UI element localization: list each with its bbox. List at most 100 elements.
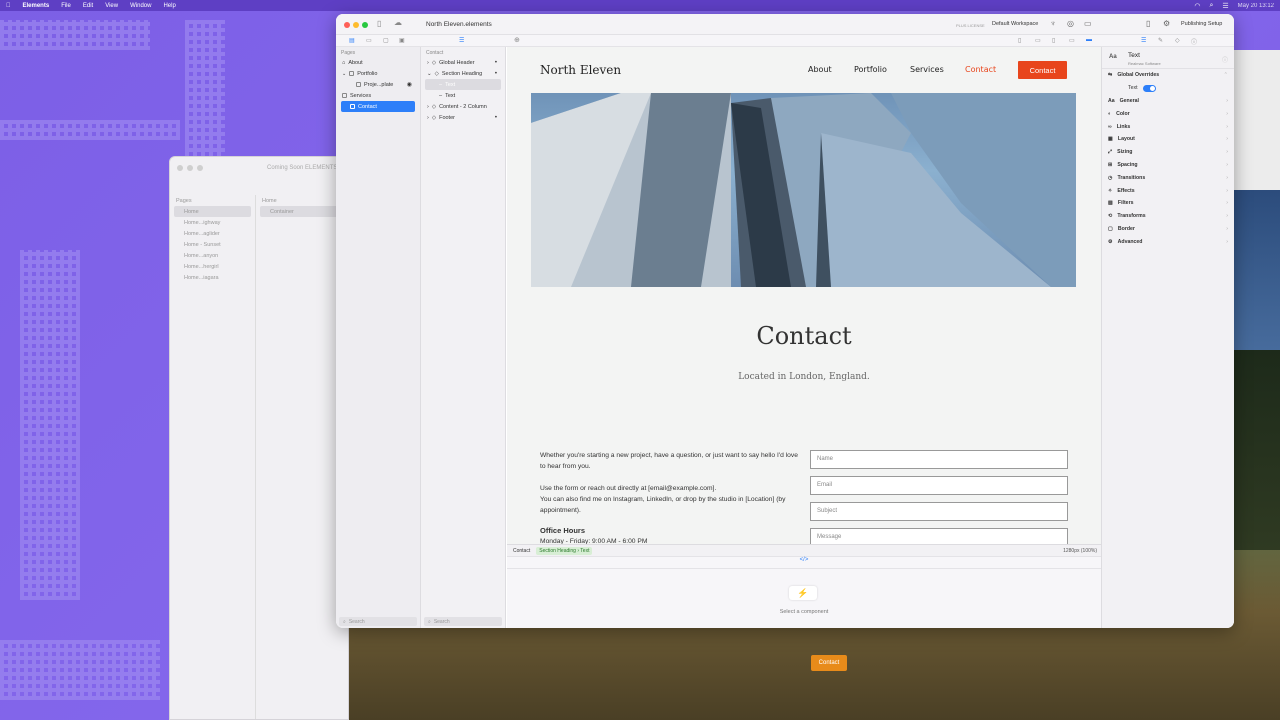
photo-contact-button[interactable]: Contact <box>811 655 847 671</box>
section-filters[interactable]: ▧ Filters › <box>1102 197 1234 210</box>
page-item[interactable]: Home...iagara <box>170 272 255 283</box>
inspector-tab-icon[interactable]: ☰ <box>1141 37 1146 44</box>
hero-image[interactable] <box>531 93 1076 287</box>
inspector-toggle-icon[interactable]: ▯ <box>1146 19 1150 28</box>
device-desktop-icon[interactable]: ▬ <box>1086 37 1092 43</box>
chevron-down-icon[interactable]: ⌄ <box>427 71 432 77</box>
info-icon[interactable]: ⓘ <box>1191 37 1197 46</box>
minimize-icon[interactable] <box>187 165 193 171</box>
chevron-right-icon[interactable]: › <box>1226 162 1228 168</box>
page-item-about[interactable]: ⌂ About <box>336 57 420 68</box>
component-icon[interactable]: ▣ <box>399 37 405 44</box>
section-color[interactable]: ◐ Color › <box>1102 107 1234 120</box>
lightning-icon[interactable]: ⚡ <box>789 586 817 600</box>
sidebar-toggle-icon[interactable]: ▯ <box>377 19 381 28</box>
chevron-right-icon[interactable]: › <box>1226 98 1228 104</box>
chevron-right-icon[interactable]: › <box>1226 200 1228 206</box>
page-item-services[interactable]: Services <box>336 90 420 101</box>
breadcrumb-item[interactable]: Section Heading <box>539 548 576 554</box>
copy-icon[interactable]: ▢ <box>383 37 389 44</box>
intro-paragraph[interactable]: Whether you're starting a new project, h… <box>540 450 805 472</box>
message-field[interactable]: Message <box>810 528 1068 544</box>
section-links[interactable]: ∞ Links › <box>1102 120 1234 133</box>
chevron-right-icon[interactable]: › <box>427 60 429 66</box>
close-button[interactable] <box>344 22 350 28</box>
email-field[interactable]: Email <box>810 476 1068 495</box>
page-heading[interactable]: Contact <box>507 322 1101 350</box>
chevron-right-icon[interactable]: › <box>1226 175 1228 181</box>
search-icon[interactable]: ⌕ <box>1209 2 1213 10</box>
control-center-icon[interactable]: ☰ <box>1222 2 1228 10</box>
chevron-right-icon[interactable]: › <box>1226 149 1228 155</box>
device-tablet-icon[interactable]: ▯ <box>1052 37 1055 44</box>
device-phone-icon[interactable]: ▯ <box>1018 37 1021 44</box>
chevron-right-icon[interactable]: › <box>1226 239 1228 245</box>
email-paragraph[interactable]: Use the form or reach out directly at [e… <box>540 483 805 494</box>
style-tab-icon[interactable]: ✎ <box>1158 37 1163 44</box>
site-nav-portfolio[interactable]: Portfolio <box>854 65 887 74</box>
site-nav-contact[interactable]: Contact <box>965 65 996 74</box>
page-subheading[interactable]: Located in London, England. <box>507 372 1101 382</box>
chevron-down-icon[interactable]: ⌄ <box>342 71 346 77</box>
preview-icon[interactable]: ▭ <box>1084 19 1092 28</box>
zoom-icon[interactable] <box>197 165 203 171</box>
folder-icon[interactable]: ▭ <box>366 37 372 44</box>
chevron-right-icon[interactable]: › <box>1226 226 1228 232</box>
subject-field[interactable]: Subject <box>810 502 1068 521</box>
site-nav-services[interactable]: Services <box>910 65 944 74</box>
page-item[interactable]: Home...ighway <box>170 217 255 228</box>
page-canvas[interactable]: North Eleven About Portfolio Services Co… <box>507 47 1101 544</box>
wifi-icon[interactable]: ◠ <box>1194 2 1200 10</box>
workspace-select[interactable]: Default Workspace <box>992 21 1038 27</box>
global-overrides-section[interactable]: ⇆ Global Overrides ⌃ <box>1102 69 1234 82</box>
section-spacing[interactable]: ⊞ Spacing › <box>1102 159 1234 172</box>
section-advanced[interactable]: ⚙ Advanced › <box>1102 235 1234 248</box>
minimize-button[interactable] <box>353 22 359 28</box>
gear-icon[interactable]: ⚙ <box>1163 19 1170 28</box>
compass-icon[interactable]: ◎ <box>1067 19 1074 28</box>
page-item[interactable]: Home...hergirl <box>170 261 255 272</box>
chevron-right-icon[interactable]: › <box>1226 111 1228 117</box>
page-item[interactable]: Home <box>174 206 251 217</box>
office-hours-title[interactable]: Office Hours <box>540 525 805 536</box>
add-icon[interactable]: ⊕ <box>514 36 520 44</box>
device-phone-landscape-icon[interactable]: ▭ <box>1035 37 1041 44</box>
breadcrumb[interactable]: Section Heading › Text <box>536 546 593 555</box>
zoom-button[interactable] <box>362 22 368 28</box>
layer-text[interactable]: – Text <box>421 90 505 101</box>
info-icon[interactable]: ⓘ <box>1222 55 1228 64</box>
section-general[interactable]: Aa General › <box>1102 95 1234 108</box>
code-toggle[interactable]: </> <box>507 556 1101 568</box>
layers-tab-icon[interactable]: ☰ <box>459 37 464 44</box>
menu-app[interactable]: Elements <box>23 3 50 9</box>
layer-section-heading[interactable]: ⌄ ◇ Section Heading • <box>421 68 505 79</box>
layer-text-selected[interactable]: – Text <box>425 79 501 90</box>
site-logo[interactable]: North Eleven <box>540 63 621 77</box>
close-icon[interactable] <box>177 165 183 171</box>
tag-icon[interactable]: ◇ <box>1175 37 1180 44</box>
chevron-right-icon[interactable]: › <box>1226 136 1228 142</box>
chevron-right-icon[interactable]: › <box>1226 124 1228 130</box>
cloud-icon[interactable]: ☁ <box>394 18 402 27</box>
menu-edit[interactable]: Edit <box>83 3 93 9</box>
menu-file[interactable]: File <box>61 3 71 9</box>
chevron-up-icon[interactable]: ⌃ <box>1224 72 1228 78</box>
chevron-right-icon[interactable]: › <box>427 104 429 110</box>
menu-window[interactable]: Window <box>130 3 151 9</box>
section-transforms[interactable]: ⟲ Transforms › <box>1102 210 1234 223</box>
page-item-project-template[interactable]: Proje...plate ◉ <box>336 79 420 90</box>
site-cta-button[interactable]: Contact <box>1018 61 1067 79</box>
layer-content-2-column[interactable]: › ◇ Content - 2 Column <box>421 101 505 112</box>
device-tablet-landscape-icon[interactable]: ▭ <box>1069 37 1075 44</box>
section-transitions[interactable]: ◷ Transitions › <box>1102 171 1234 184</box>
menu-clock[interactable]: May 20 13:12 <box>1238 3 1274 9</box>
text-override-toggle[interactable] <box>1142 84 1156 92</box>
pages-search-input[interactable]: ⌕ Search <box>339 617 417 626</box>
layer-global-header[interactable]: › ◇ Global Header • <box>421 57 505 68</box>
layers-search-input[interactable]: ⌕ Search <box>424 617 502 626</box>
chevron-right-icon[interactable]: › <box>427 115 429 121</box>
tool-icon[interactable]: ♆ <box>1050 19 1056 28</box>
site-nav-about[interactable]: About <box>808 65 832 74</box>
social-paragraph[interactable]: You can also find me on Instagram, Linke… <box>540 494 805 516</box>
menu-help[interactable]: Help <box>163 3 175 9</box>
